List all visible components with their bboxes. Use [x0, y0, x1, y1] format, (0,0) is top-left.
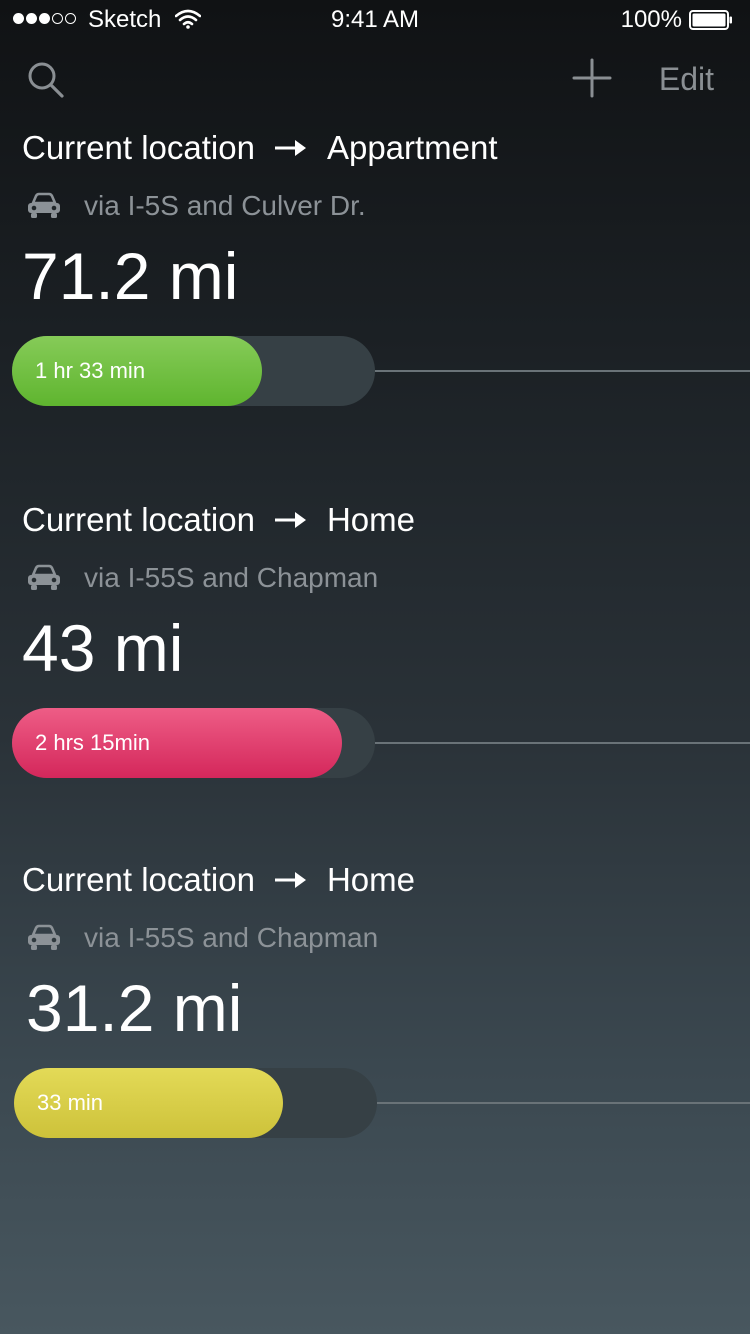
- route-title: Current location Appartment: [22, 128, 498, 168]
- route-via: via I-5S and Culver Dr.: [26, 186, 366, 226]
- travel-time-label: 2 hrs 15min: [35, 730, 150, 755]
- travel-time-fill: 33 min: [14, 1068, 283, 1138]
- travel-time-fill: 2 hrs 15min: [12, 708, 342, 778]
- divider-line: [375, 370, 750, 372]
- route-via-text: via I-55S and Chapman: [84, 562, 379, 593]
- route-via-text: via I-5S and Culver Dr.: [84, 190, 366, 221]
- arrow-right-icon: [274, 140, 306, 156]
- edit-button[interactable]: Edit: [659, 60, 714, 98]
- route-via: via I-55S and Chapman: [26, 558, 378, 598]
- route-origin: Current location: [22, 861, 255, 898]
- route-destination: Appartment: [326, 129, 498, 166]
- route-distance: 71.2 mi: [22, 239, 239, 313]
- battery-icon: [689, 10, 732, 30]
- route-via-text: via I-55S and Chapman: [84, 922, 379, 953]
- travel-time-bar: 1 hr 33 min: [12, 336, 375, 406]
- car-icon: [28, 924, 60, 950]
- route-origin: Current location: [22, 501, 255, 538]
- travel-time-label: 1 hr 33 min: [35, 358, 146, 383]
- arrow-right-icon: [274, 512, 306, 528]
- status-bar: Sketch 9:41 AM 100%: [0, 0, 750, 40]
- divider-line: [377, 1102, 750, 1104]
- travel-time-label: 33 min: [37, 1090, 104, 1115]
- route-title: Current location Home: [22, 860, 415, 900]
- route-distance: 31.2 mi: [26, 971, 243, 1045]
- route-destination: Home: [326, 861, 415, 898]
- route-card[interactable]: Current location Appartment via I-5S and…: [0, 128, 750, 418]
- add-route-button[interactable]: [570, 56, 614, 100]
- battery-percentage: 100%: [620, 6, 682, 33]
- route-via: via I-55S and Chapman: [26, 918, 378, 958]
- car-icon: [28, 564, 60, 590]
- route-card[interactable]: Current location Home via I-55S and Chap…: [0, 860, 750, 1150]
- route-card[interactable]: Current location Home via I-55S and Chap…: [0, 500, 750, 790]
- search-icon[interactable]: [24, 58, 68, 102]
- divider-line: [375, 742, 750, 744]
- travel-time-bar: 33 min: [14, 1068, 377, 1138]
- route-destination: Home: [326, 501, 415, 538]
- route-origin: Current location: [22, 129, 255, 166]
- route-distance: 43 mi: [22, 611, 184, 685]
- travel-time-bar: 2 hrs 15min: [12, 708, 375, 778]
- travel-time-fill: 1 hr 33 min: [12, 336, 262, 406]
- arrow-right-icon: [274, 872, 306, 888]
- route-title: Current location Home: [22, 500, 415, 540]
- car-icon: [28, 192, 60, 218]
